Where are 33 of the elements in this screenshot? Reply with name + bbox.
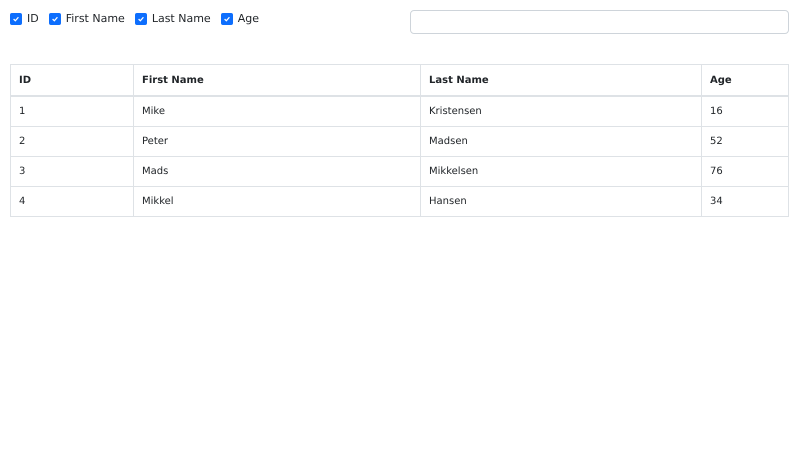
table-cell: 34: [702, 186, 788, 216]
checkbox-label[interactable]: Age: [238, 12, 259, 25]
table-cell: 4: [10, 186, 134, 216]
table-cell: Madsen: [420, 126, 702, 156]
column-header: ID: [10, 64, 134, 96]
table-cell: Mikkel: [134, 186, 420, 216]
checkbox[interactable]: [48, 12, 61, 24]
table-cell: Kristensen: [420, 96, 702, 126]
column-header: Last Name: [420, 64, 702, 96]
checkbox[interactable]: [220, 12, 233, 24]
table-cell: 16: [702, 96, 788, 126]
checkbox-label[interactable]: ID: [27, 12, 39, 25]
table-cell: Hansen: [420, 186, 702, 216]
table-cell: 2: [10, 126, 134, 156]
column-header: Age: [702, 64, 788, 96]
column-header: First Name: [134, 64, 420, 96]
checkbox-label[interactable]: Last Name: [152, 12, 211, 25]
table-cell: Mikkelsen: [420, 156, 702, 186]
table-cell: 52: [702, 126, 788, 156]
input-field[interactable]: [410, 10, 789, 34]
checkbox-label[interactable]: First Name: [66, 12, 125, 25]
check-icon: [12, 14, 20, 22]
check-icon: [136, 14, 145, 22]
table-cell: 76: [702, 156, 788, 186]
table-cell: Mads: [134, 156, 420, 186]
table-cell: Mike: [134, 96, 420, 126]
check-icon: [50, 14, 59, 22]
table-cell: 3: [10, 156, 134, 186]
checkbox[interactable]: [10, 12, 22, 24]
table-cell: 1: [10, 96, 134, 126]
checkbox[interactable]: [134, 12, 147, 24]
check-icon: [222, 14, 231, 22]
table-cell: Peter: [134, 126, 420, 156]
